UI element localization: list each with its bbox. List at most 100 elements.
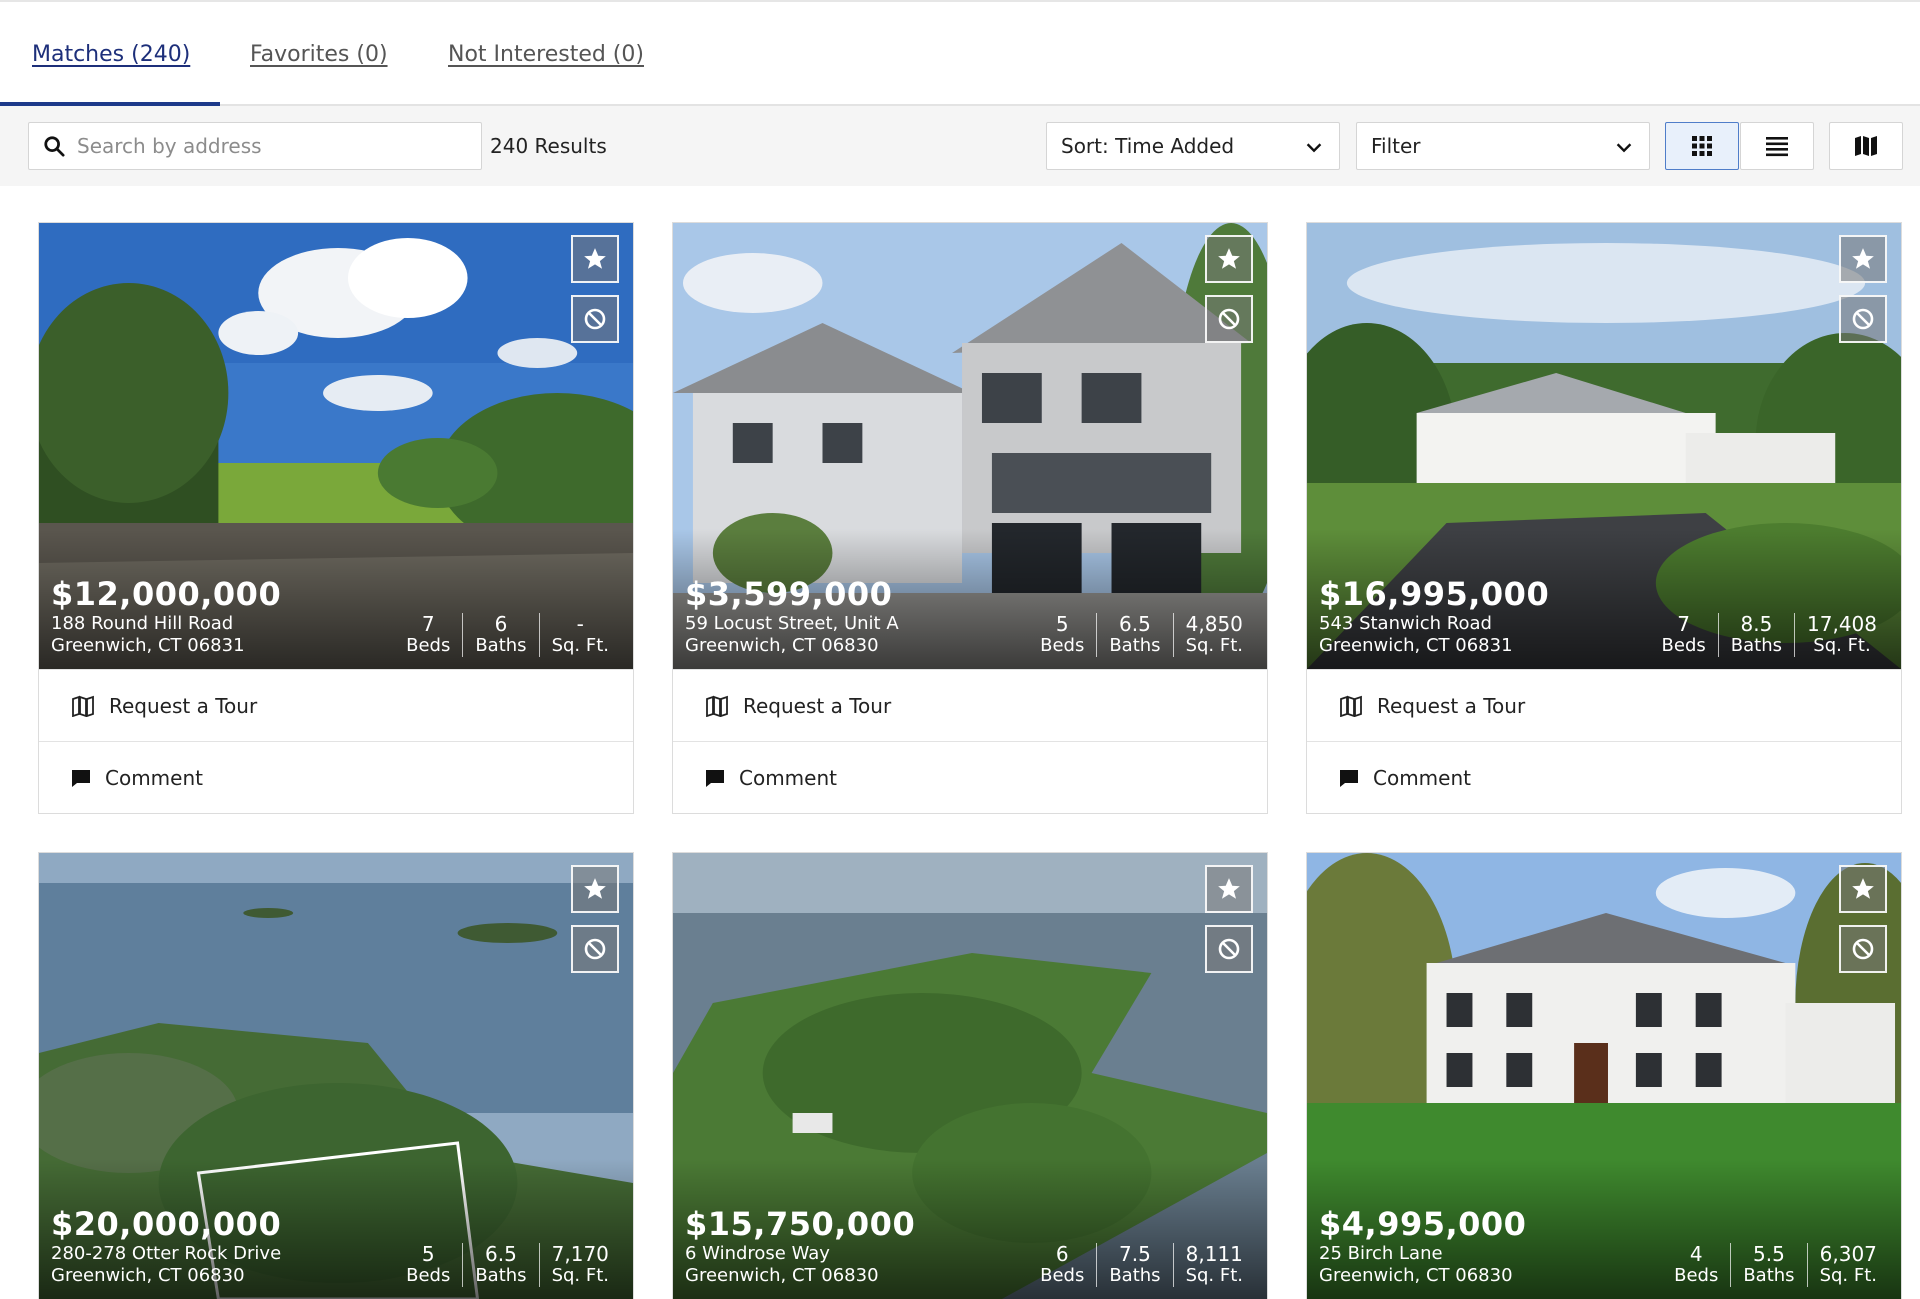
grid-view-button[interactable] <box>1665 122 1739 170</box>
listing-photo[interactable]: $12,000,000 188 Round Hill Road Greenwic… <box>39 223 633 669</box>
beds-value: 5 <box>1055 612 1069 636</box>
tab-not-interested[interactable]: Not Interested (0) <box>448 2 644 106</box>
comment-icon <box>72 769 90 787</box>
listing-stats: 5 Beds 6.5 Baths 4,850 Sq. Ft. <box>1028 613 1255 657</box>
listing-city: Greenwich, CT 06830 <box>1319 1265 1513 1286</box>
stat-baths: 6.5 Baths <box>462 1243 538 1287</box>
star-icon <box>584 248 606 269</box>
comment-label: Comment <box>1373 765 1471 790</box>
sqft-label: Sq. Ft. <box>1813 635 1871 656</box>
filter-select[interactable]: Filter <box>1356 122 1650 170</box>
comment-button[interactable]: Comment <box>1307 741 1901 813</box>
listing-photo[interactable]: $15,750,000 6 Windrose Way Greenwich, CT… <box>673 853 1267 1299</box>
beds-label: Beds <box>406 635 451 656</box>
listing-stats: 4 Beds 5.5 Baths 6,307 Sq. Ft. <box>1662 1243 1889 1287</box>
favorite-button[interactable] <box>1205 865 1253 913</box>
list-view-button[interactable] <box>1740 122 1814 170</box>
comment-label: Comment <box>739 765 837 790</box>
not-interested-button[interactable] <box>571 295 619 343</box>
baths-value: 6 <box>494 612 508 636</box>
beds-value: 5 <box>421 1242 435 1266</box>
sqft-value: 7,170 <box>551 1242 609 1266</box>
listing-address: 6 Windrose Way Greenwich, CT 06830 <box>685 1243 879 1287</box>
stat-sqft: 8,111 Sq. Ft. <box>1172 1243 1255 1287</box>
beds-value: 7 <box>421 612 435 636</box>
sqft-label: Sq. Ft. <box>1819 1265 1877 1286</box>
baths-label: Baths <box>1109 1265 1161 1286</box>
listing-stats: 5 Beds 6.5 Baths 7,170 Sq. Ft. <box>394 1243 621 1287</box>
listing-price: $12,000,000 <box>51 575 282 613</box>
sqft-label: Sq. Ft. <box>551 635 609 656</box>
listing-stats: 6 Beds 7.5 Baths 8,111 Sq. Ft. <box>1028 1243 1255 1287</box>
not-interested-button[interactable] <box>1205 295 1253 343</box>
stat-beds: 5 Beds <box>1028 613 1096 657</box>
listing-address: 188 Round Hill Road Greenwich, CT 06831 <box>51 613 245 657</box>
map-icon <box>1855 136 1877 156</box>
sort-select[interactable]: Sort: Time Added <box>1046 122 1340 170</box>
listing-card[interactable]: $16,995,000 543 Stanwich Road Greenwich,… <box>1306 222 1902 814</box>
tab-matches[interactable]: Matches (240) <box>32 2 190 106</box>
search-input[interactable] <box>77 134 457 158</box>
listing-photo[interactable]: $16,995,000 543 Stanwich Road Greenwich,… <box>1307 223 1901 669</box>
listing-card[interactable]: $4,995,000 25 Birch Lane Greenwich, CT 0… <box>1306 852 1902 1299</box>
not-interested-button[interactable] <box>1839 925 1887 973</box>
request-tour-button[interactable]: Request a Tour <box>673 669 1267 741</box>
beds-label: Beds <box>1661 635 1706 656</box>
not-interested-button[interactable] <box>1205 925 1253 973</box>
listing-price: $20,000,000 <box>51 1205 282 1243</box>
listing-street: 543 Stanwich Road <box>1319 613 1492 634</box>
listing-card[interactable]: $12,000,000 188 Round Hill Road Greenwic… <box>38 222 634 814</box>
comment-label: Comment <box>105 765 203 790</box>
listing-photo[interactable]: $20,000,000 280-278 Otter Rock Drive Gre… <box>39 853 633 1299</box>
favorite-button[interactable] <box>1839 235 1887 283</box>
beds-value: 4 <box>1689 1242 1703 1266</box>
beds-label: Beds <box>1674 1265 1719 1286</box>
baths-label: Baths <box>1743 1265 1795 1286</box>
listing-card[interactable]: $20,000,000 280-278 Otter Rock Drive Gre… <box>38 852 634 1299</box>
sqft-value: 4,850 <box>1185 612 1243 636</box>
listing-card[interactable]: $15,750,000 6 Windrose Way Greenwich, CT… <box>672 852 1268 1299</box>
listing-address: 280-278 Otter Rock Drive Greenwich, CT 0… <box>51 1243 281 1287</box>
stat-baths: 6 Baths <box>462 613 538 657</box>
listing-stats: 7 Beds 8.5 Baths 17,408 Sq. Ft. <box>1650 613 1889 657</box>
tab-favorites[interactable]: Favorites (0) <box>250 2 388 106</box>
request-tour-button[interactable]: Request a Tour <box>1307 669 1901 741</box>
not-interested-button[interactable] <box>571 925 619 973</box>
stat-baths: 7.5 Baths <box>1096 1243 1172 1287</box>
stat-beds: 4 Beds <box>1662 1243 1730 1287</box>
stat-sqft: - Sq. Ft. <box>538 613 621 657</box>
listing-price: $4,995,000 <box>1319 1205 1527 1243</box>
not-interested-button[interactable] <box>1839 295 1887 343</box>
comment-button[interactable]: Comment <box>673 741 1267 813</box>
favorite-button[interactable] <box>571 865 619 913</box>
star-icon <box>584 878 606 899</box>
favorite-button[interactable] <box>1205 235 1253 283</box>
filter-select-label: Filter <box>1371 134 1421 158</box>
stat-baths: 8.5 Baths <box>1717 613 1794 657</box>
listing-price: $16,995,000 <box>1319 575 1550 613</box>
star-icon <box>1218 248 1240 269</box>
listing-card[interactable]: $3,599,000 59 Locust Street, Unit A Gree… <box>672 222 1268 814</box>
search-box[interactable] <box>28 122 482 170</box>
block-icon <box>584 308 606 330</box>
map-view-button[interactable] <box>1829 122 1903 170</box>
listing-city: Greenwich, CT 06830 <box>685 635 879 656</box>
baths-value: 5.5 <box>1753 1242 1785 1266</box>
comment-button[interactable]: Comment <box>39 741 633 813</box>
listing-price: $15,750,000 <box>685 1205 916 1243</box>
listing-price: $3,599,000 <box>685 575 893 613</box>
search-icon <box>44 136 65 157</box>
stat-beds: 5 Beds <box>394 1243 462 1287</box>
baths-value: 7.5 <box>1119 1242 1151 1266</box>
favorite-button[interactable] <box>571 235 619 283</box>
request-tour-button[interactable]: Request a Tour <box>39 669 633 741</box>
request-tour-label: Request a Tour <box>743 693 892 718</box>
favorite-button[interactable] <box>1839 865 1887 913</box>
list-icon <box>1766 137 1788 157</box>
toolbar: 240 Results Sort: Time Added Filter <box>0 106 1920 186</box>
baths-label: Baths <box>475 635 527 656</box>
listing-photo[interactable]: $3,599,000 59 Locust Street, Unit A Gree… <box>673 223 1267 669</box>
sqft-label: Sq. Ft. <box>551 1265 609 1286</box>
listing-photo[interactable]: $4,995,000 25 Birch Lane Greenwich, CT 0… <box>1307 853 1901 1299</box>
beds-value: 6 <box>1055 1242 1069 1266</box>
